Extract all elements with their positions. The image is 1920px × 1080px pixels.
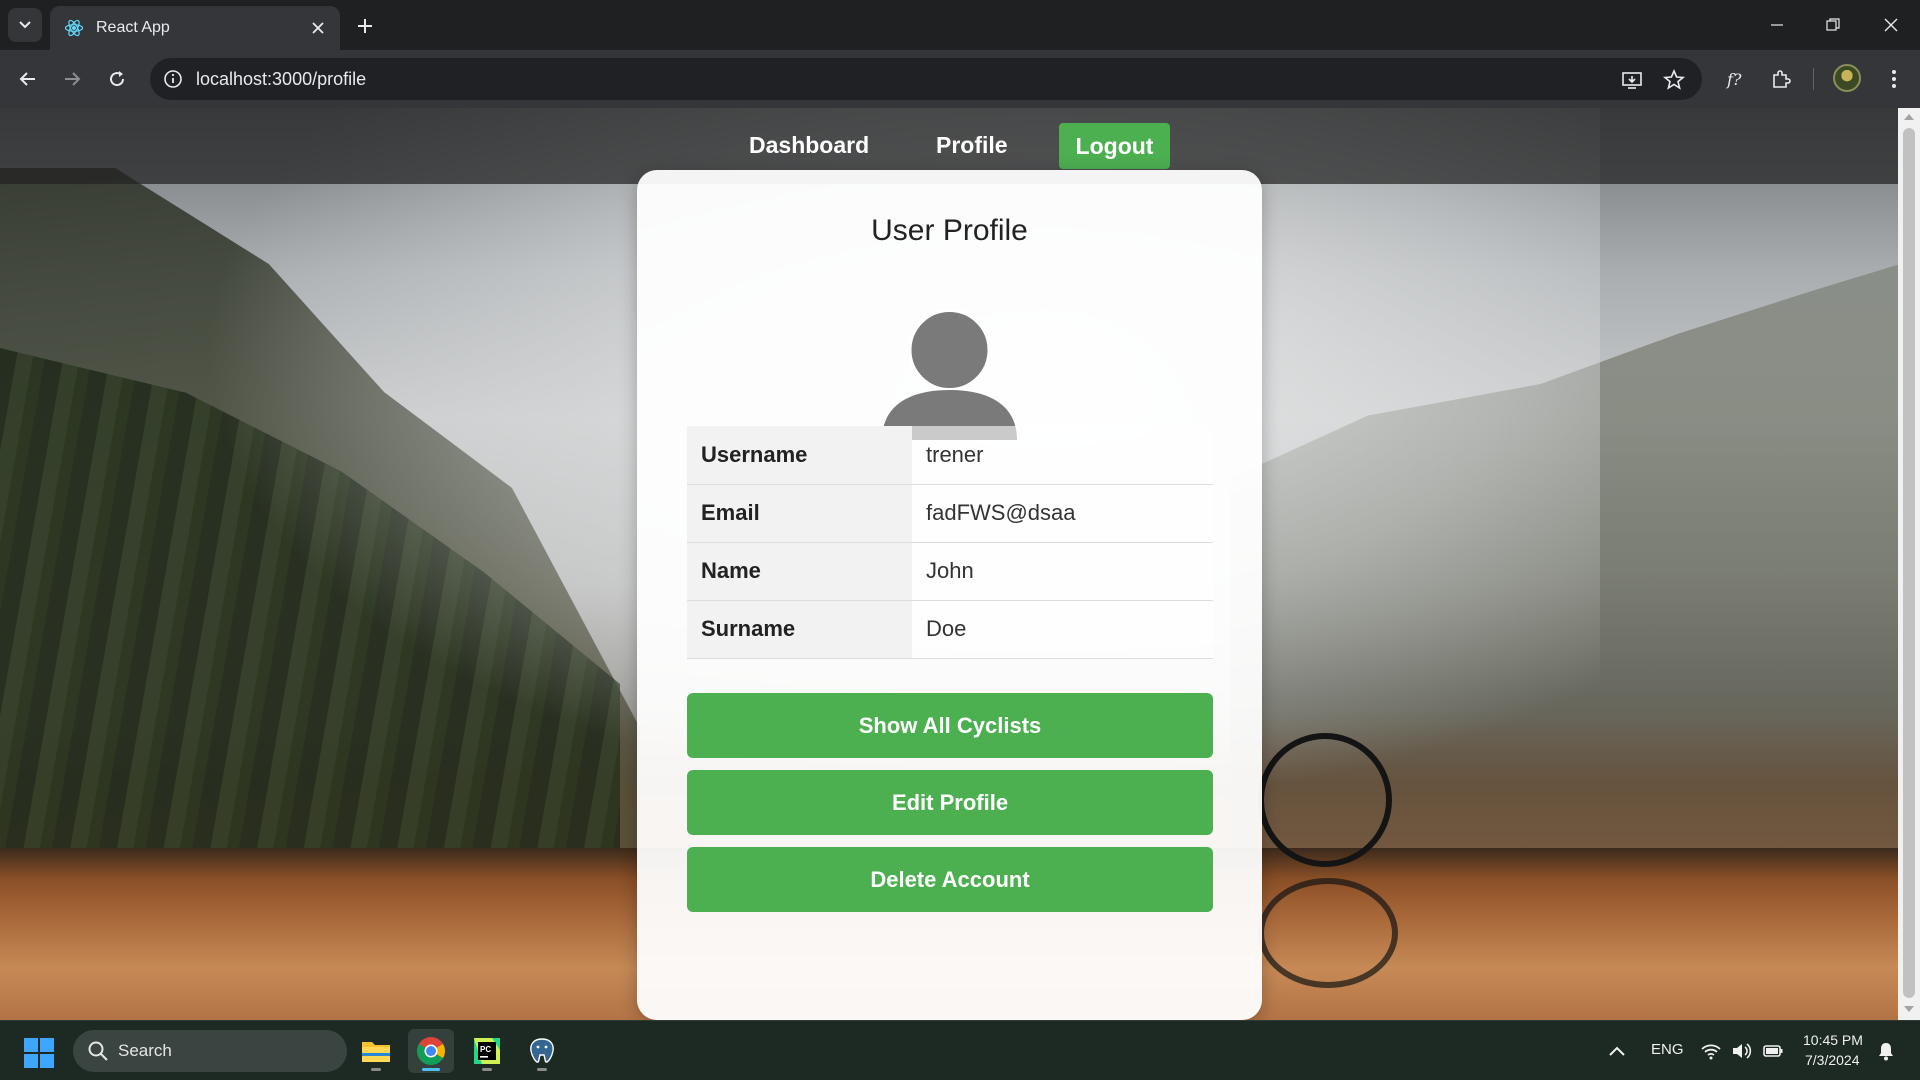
scroll-down-arrow[interactable]	[1904, 1006, 1914, 1012]
notification-bell-icon[interactable]	[1875, 1040, 1897, 1062]
browser-toolbar: localhost:3000/profile f?	[0, 50, 1920, 108]
windows-start-icon[interactable]	[24, 1038, 54, 1068]
formula-extension-icon[interactable]: f?	[1723, 66, 1749, 92]
field-value-name: John	[912, 542, 1213, 600]
react-logo-icon	[64, 19, 84, 37]
new-tab-button[interactable]	[352, 13, 378, 39]
field-label-email: Email	[687, 484, 912, 542]
profile-details-table: Username trener Email fadFWS@dsaa Name J…	[687, 426, 1213, 659]
search-icon	[88, 1041, 108, 1061]
language-indicator[interactable]: ENG	[1651, 1041, 1684, 1058]
arrow-left-icon	[19, 72, 35, 86]
clock-date[interactable]: 7/3/2024	[1805, 1052, 1860, 1068]
extensions-button[interactable]	[1768, 66, 1794, 92]
page-scrollbar[interactable]	[1898, 108, 1920, 1020]
bookmark-star-icon[interactable]	[1662, 68, 1686, 92]
pgadmin-icon	[530, 1038, 554, 1063]
site-info-icon[interactable]	[162, 68, 184, 90]
app-indicator	[371, 1068, 381, 1071]
page-title: User Profile	[871, 214, 1028, 247]
file-explorer-icon	[362, 1042, 390, 1062]
chrome-app[interactable]	[408, 1029, 454, 1073]
table-row: Email fadFWS@dsaa	[687, 484, 1213, 542]
table-row: Name John	[687, 542, 1213, 600]
delete-account-button[interactable]: Delete Account	[687, 847, 1213, 912]
profile-card: User Profile Username trener Email fadFW…	[637, 170, 1262, 1020]
logout-button[interactable]: Logout	[1059, 123, 1170, 169]
minimize-icon	[1771, 24, 1783, 26]
clock-time[interactable]: 10:45 PM	[1803, 1032, 1863, 1048]
table-row: Surname Doe	[687, 600, 1213, 658]
reload-button[interactable]	[101, 63, 133, 95]
url-text[interactable]: localhost:3000/profile	[196, 69, 366, 90]
pycharm-app[interactable]: PC	[464, 1029, 510, 1073]
puzzle-icon	[1773, 70, 1791, 88]
field-label-name: Name	[687, 542, 912, 600]
field-value-email: fadFWS@dsaa	[912, 484, 1213, 542]
scroll-up-arrow[interactable]	[1904, 114, 1914, 120]
forward-button[interactable]	[56, 63, 88, 95]
restore-button[interactable]	[1808, 8, 1858, 42]
file-explorer-app[interactable]	[353, 1029, 399, 1073]
chevron-down-icon	[19, 21, 31, 29]
taskbar-search-label: Search	[118, 1041, 172, 1060]
close-window-button[interactable]	[1866, 8, 1916, 42]
arrow-right-icon	[65, 72, 81, 86]
minimize-button[interactable]	[1752, 8, 1802, 42]
more-vert-icon	[1892, 70, 1896, 88]
chevron-up-icon[interactable]	[1606, 1041, 1628, 1063]
chrome-icon	[417, 1037, 445, 1065]
nav-dashboard-link[interactable]: Dashboard	[749, 122, 869, 168]
battery-icon[interactable]	[1762, 1040, 1784, 1062]
toolbar-divider	[1813, 68, 1814, 90]
field-label-username: Username	[687, 426, 912, 484]
address-bar[interactable]: localhost:3000/profile	[150, 58, 1702, 100]
reload-icon	[110, 71, 125, 87]
scrollbar-thumb[interactable]	[1903, 128, 1915, 998]
bicycle-wheel	[1258, 733, 1392, 867]
close-tab-icon[interactable]	[310, 20, 326, 36]
user-avatar-icon	[882, 310, 1017, 440]
browser-tab[interactable]: React App	[50, 6, 340, 50]
bicycle-shadow	[1258, 878, 1398, 988]
field-value-surname: Doe	[912, 600, 1213, 658]
table-row: Username trener	[687, 426, 1213, 484]
restore-icon	[1826, 18, 1840, 31]
back-button[interactable]	[12, 63, 44, 95]
nav-profile-link[interactable]: Profile	[936, 122, 1008, 168]
edit-profile-button[interactable]: Edit Profile	[687, 770, 1213, 835]
tab-search-button[interactable]	[8, 8, 42, 42]
show-all-cyclists-button[interactable]: Show All Cyclists	[687, 693, 1213, 758]
pgadmin-app[interactable]	[519, 1029, 565, 1073]
app-indicator	[422, 1068, 440, 1071]
close-icon	[1884, 18, 1898, 32]
svg-text:f?: f?	[1726, 70, 1742, 89]
function-icon: f?	[1726, 70, 1742, 89]
field-label-surname: Surname	[687, 600, 912, 658]
pycharm-icon: PC	[474, 1038, 500, 1064]
app-indicator	[537, 1068, 547, 1071]
windows-taskbar: Search PC ENG 10:45 PM 7/3/2024	[0, 1020, 1920, 1080]
wifi-icon[interactable]	[1700, 1040, 1722, 1062]
browser-tab-strip: React App	[0, 0, 1920, 50]
browser-menu-button[interactable]	[1881, 66, 1907, 92]
field-value-username: trener	[912, 426, 1213, 484]
profile-avatar[interactable]	[1833, 64, 1861, 92]
app-indicator	[482, 1068, 492, 1071]
volume-icon[interactable]	[1730, 1040, 1752, 1062]
install-app-icon[interactable]	[1620, 68, 1644, 92]
plus-icon	[358, 19, 372, 33]
svg-text:PC: PC	[480, 1045, 491, 1054]
tab-title: React App	[96, 19, 170, 36]
taskbar-search-box[interactable]: Search	[73, 1030, 347, 1072]
page-viewport: Dashboard Profile Logout User Profile Us…	[0, 108, 1920, 1020]
